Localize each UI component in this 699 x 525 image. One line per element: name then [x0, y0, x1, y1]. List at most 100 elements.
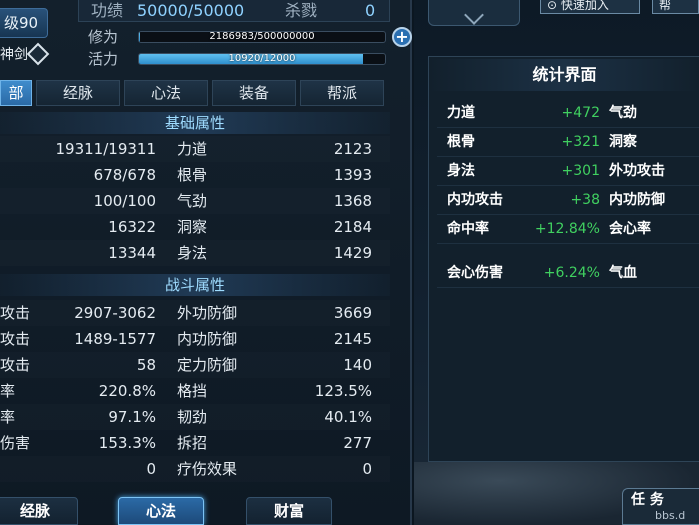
statistics-row: 内功攻击 +38 内功防御 [437, 186, 699, 215]
basic-attr-row: 100/100 气劲 1368 [0, 188, 390, 214]
stat-name: 根骨 [447, 134, 475, 150]
statistics-title: 统计界面 [429, 59, 699, 91]
basic-attr-right-value: 1429 [333, 244, 372, 262]
combat-attr-left-name: 率 [0, 408, 16, 426]
merit-value: 50000/50000 [137, 1, 245, 20]
statistics-row: 身法 +301 外功攻击 [437, 157, 699, 186]
stat-name-2: 会心率 [609, 221, 651, 237]
basic-attr-left-value: 13344 [108, 244, 156, 262]
stat-bonus: +472 [561, 105, 600, 121]
meridians-button[interactable]: 经脉 [0, 497, 78, 525]
tab-guild[interactable]: 帮派 [300, 80, 384, 106]
basic-attr-left-value: 19311/19311 [55, 140, 157, 158]
combat-attr-left-value: 153.3% [98, 434, 156, 452]
statistics-row: 会心伤害 +6.24% 气血 [437, 259, 699, 288]
basic-attr-right-name: 力道 [177, 140, 208, 158]
combat-attr-right-value: 123.5% [314, 382, 372, 400]
combat-attr-row: 率 220.8% 格挡 123.5% [0, 378, 390, 404]
watermark-text: bbs.d [655, 509, 686, 522]
quick-join-button[interactable]: ⊙ 快速加入 [540, 0, 640, 14]
basic-attr-right-value: 1393 [333, 166, 372, 184]
basic-attr-left-value: 16322 [108, 218, 156, 236]
faction-text: 神剑 [0, 47, 28, 63]
combat-attr-right-value: 40.1% [324, 408, 372, 426]
character-panel: 级90 神剑 功绩 50000/50000 杀戮 0 修为 2186983/50… [0, 0, 412, 525]
kills-label: 杀戮 [285, 1, 318, 20]
level-badge: 级90 [0, 8, 48, 38]
combat-attr-left-value: 0 [146, 460, 156, 478]
kills-value: 0 [365, 1, 376, 20]
vitality-bar: 10920/12000 [138, 53, 386, 65]
stat-name: 命中率 [447, 221, 489, 237]
tab-meridians[interactable]: 经脉 [36, 80, 120, 106]
combat-attr-left-name: 率 [0, 382, 16, 400]
basic-attr-row: 16322 洞察 2184 [0, 214, 390, 240]
combat-attr-right-name: 疗伤效果 [177, 460, 238, 478]
combat-attr-left-value: 97.1% [108, 408, 156, 426]
combat-attr-left-name: 伤害 [0, 434, 31, 452]
basic-attr-right-name: 身法 [177, 244, 208, 262]
cultivation-row: 修为 2186983/500000000 [88, 27, 388, 47]
basic-attr-row: 13344 身法 1429 [0, 240, 390, 266]
cultivation-bar: 2186983/500000000 [138, 31, 386, 43]
combat-attr-row: 0 疗伤效果 0 [0, 456, 390, 482]
stat-name-2: 气血 [609, 265, 637, 281]
combat-attr-right-name: 内功防御 [177, 330, 238, 348]
combat-attr-left-name: 攻击 [0, 330, 31, 348]
vitality-value: 10920/12000 [228, 53, 296, 64]
level-text: 级90 [4, 14, 39, 32]
stat-bonus: +38 [570, 192, 600, 208]
stat-name-2: 洞察 [609, 134, 637, 150]
combat-attr-left-value: 58 [136, 356, 156, 374]
combat-attr-left-value: 1489-1577 [74, 330, 156, 348]
combat-attr-row: 率 97.1% 韧劲 40.1% [0, 404, 390, 430]
merit-label: 功绩 [91, 1, 124, 20]
combat-attr-right-value: 2145 [333, 330, 372, 348]
stat-bonus: +301 [561, 163, 600, 179]
stat-name: 会心伤害 [447, 265, 503, 281]
combat-attr-left-value: 2907-3062 [74, 304, 156, 322]
statistics-panel: 统计界面 力道 +472 气劲 根骨 +321 洞察 身法 +301 外功攻击 内功攻击 +38 内功… [428, 56, 699, 462]
tab-mental-arts[interactable]: 心法 [124, 80, 208, 106]
basic-attr-row: 19311/19311 力道 2123 [0, 136, 390, 162]
combat-attr-left-name: 攻击 [0, 304, 31, 322]
add-cultivation-button[interactable]: + [392, 27, 412, 47]
vitality-row: 活力 10920/12000 [88, 49, 388, 69]
combat-attr-right-name: 定力防御 [177, 356, 238, 374]
combat-attr-right-name: 拆招 [177, 434, 208, 452]
combat-attr-right-value: 277 [343, 434, 372, 452]
merit-strip: 功绩 50000/50000 杀戮 0 [78, 0, 390, 22]
combat-attr-row: 伤害 153.3% 拆招 277 [0, 430, 390, 456]
combat-attributes-header: 战斗属性 [0, 274, 390, 296]
bottom-button-bar: 经脉 心法 财富 [0, 497, 410, 525]
faction-diamond-icon [26, 42, 50, 66]
chevron-down-icon [464, 5, 484, 25]
statistics-row: 根骨 +321 洞察 [437, 128, 699, 157]
basic-attr-right-name: 气劲 [177, 192, 208, 210]
combat-attr-right-value: 140 [343, 356, 372, 374]
combat-attr-left-name: 攻击 [0, 356, 31, 374]
combat-attr-right-name: 外功防御 [177, 304, 238, 322]
faction-badge: 神剑 [0, 42, 52, 68]
cultivation-label: 修为 [88, 28, 119, 46]
basic-attr-row: 678/678 根骨 1393 [0, 162, 390, 188]
basic-attr-right-value: 2123 [333, 140, 372, 158]
basic-attributes-header: 基础属性 [0, 112, 390, 134]
stat-name-2: 外功攻击 [609, 163, 665, 179]
tab-equipment[interactable]: 装备 [212, 80, 296, 106]
stat-bonus: +12.84% [534, 221, 600, 237]
cultivation-value: 2186983/500000000 [209, 31, 315, 42]
combat-attr-right-name: 格挡 [177, 382, 208, 400]
combat-attr-row: 攻击 2907-3062 外功防御 3669 [0, 300, 390, 326]
tab-basic[interactable]: 部 [0, 80, 32, 106]
collapse-button[interactable] [428, 0, 520, 26]
top-right-button[interactable]: 帮 [652, 0, 699, 14]
basic-attr-right-name: 根骨 [177, 166, 208, 184]
stat-name: 身法 [447, 163, 475, 179]
mental-arts-button[interactable]: 心法 [118, 497, 204, 525]
vitality-label: 活力 [88, 50, 119, 68]
stat-name: 力道 [447, 105, 475, 121]
stat-name-2: 气劲 [609, 105, 637, 121]
wealth-button[interactable]: 财富 [246, 497, 332, 525]
stat-name-2: 内功防御 [609, 192, 665, 208]
